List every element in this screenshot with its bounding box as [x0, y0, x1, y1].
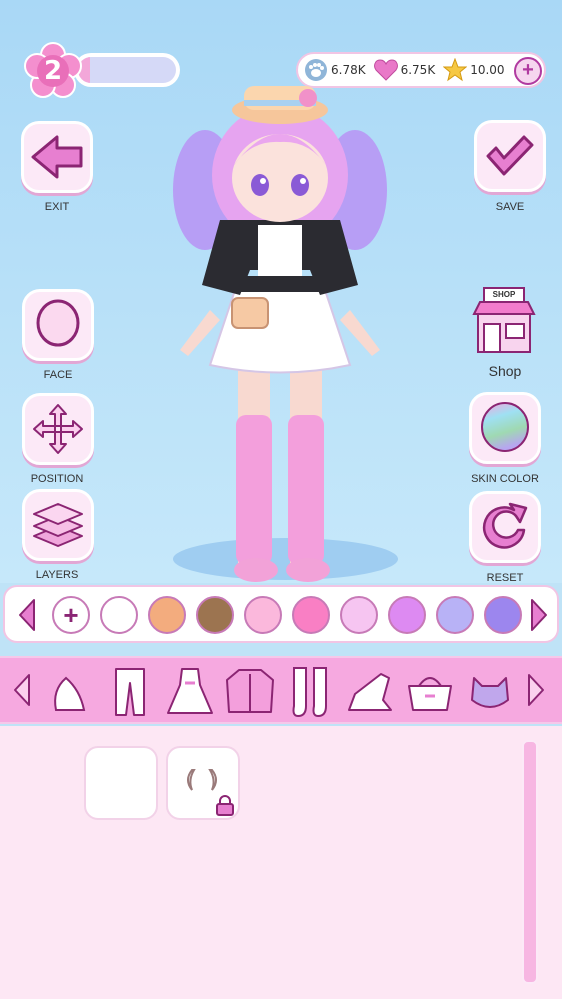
chevron-right-icon [531, 599, 547, 631]
reset-label: RESET [486, 572, 524, 584]
exit-label: EXIT [44, 201, 70, 213]
layers-label: LAYERS [35, 569, 79, 581]
move-icon [33, 404, 83, 454]
category-scroll-left-button[interactable] [8, 670, 36, 710]
reset-button[interactable] [469, 491, 541, 563]
color-swatch[interactable] [196, 596, 234, 634]
bag-icon [408, 677, 452, 711]
shoes-icon [348, 673, 392, 711]
add-color-button[interactable]: + [52, 596, 90, 634]
category-scroll-right-button[interactable] [522, 670, 550, 710]
color-swatch[interactable] [244, 596, 282, 634]
category-list [40, 664, 520, 720]
paw-icon [305, 59, 327, 81]
color-scroll-left-button[interactable] [13, 595, 41, 635]
face-label: FACE [43, 369, 73, 381]
back-arrow-icon [31, 135, 83, 179]
color-swatch[interactable] [148, 596, 186, 634]
pants-icon [115, 668, 145, 716]
paw-value: 6.78K [331, 63, 366, 77]
item-slot-horns[interactable] [166, 746, 240, 820]
add-currency-button[interactable]: + [514, 57, 542, 85]
star-currency: 10.00 [443, 58, 505, 82]
heart-icon [373, 59, 398, 81]
color-swatch[interactable] [484, 596, 522, 634]
dress-icon [167, 668, 213, 714]
chevron-left-icon [14, 674, 30, 706]
category-bar [0, 656, 562, 724]
heart-value: 6.75K [400, 63, 436, 77]
category-pants[interactable] [100, 664, 160, 720]
character-stage: 2 6.78K 6.75K 10.00 + EXIT FACE POSITION… [0, 0, 562, 584]
chevron-right-icon [528, 674, 544, 706]
category-shoes[interactable] [340, 664, 400, 720]
color-swatch[interactable] [436, 596, 474, 634]
level-badge: 2 [24, 42, 82, 100]
skin-color-icon [481, 402, 529, 452]
layers-icon [33, 503, 83, 547]
save-label: SAVE [495, 201, 525, 213]
position-label: POSITION [30, 473, 84, 485]
tail-icon [54, 676, 86, 711]
items-panel [0, 726, 562, 999]
category-jacket[interactable] [220, 664, 280, 720]
paw-currency: 6.78K [304, 58, 366, 82]
face-button[interactable] [22, 289, 94, 361]
chevron-left-icon [19, 599, 35, 631]
skin-color-label: SKIN COLOR [471, 473, 539, 485]
socks-icon [292, 667, 327, 718]
color-swatch[interactable] [292, 596, 330, 634]
heart-currency: 6.75K [373, 59, 436, 81]
level-number: 2 [43, 56, 63, 86]
category-tail[interactable] [40, 664, 100, 720]
save-button[interactable] [474, 120, 546, 192]
color-swatch[interactable] [100, 596, 138, 634]
checkmark-icon [486, 135, 534, 176]
character-avatar [160, 80, 400, 595]
pet-icon [471, 677, 509, 708]
jacket-icon [226, 669, 274, 713]
category-socks[interactable] [280, 664, 340, 720]
item-slot-empty[interactable] [84, 746, 158, 820]
shop-label: Shop [488, 363, 522, 379]
face-icon [36, 299, 80, 347]
shop-button[interactable]: SHOP [470, 286, 538, 356]
lock-icon [216, 795, 234, 816]
color-swatch[interactable] [388, 596, 426, 634]
category-pet[interactable] [460, 664, 520, 720]
category-bag[interactable] [400, 664, 460, 720]
star-icon [443, 58, 468, 82]
category-dress[interactable] [160, 664, 220, 720]
color-swatch[interactable] [340, 596, 378, 634]
color-swatch-row: + [47, 594, 525, 636]
reset-icon [482, 502, 528, 549]
position-button[interactable] [22, 393, 94, 465]
color-scroll-right-button[interactable] [525, 595, 553, 635]
exit-button[interactable] [21, 121, 93, 193]
layers-button[interactable] [22, 489, 94, 561]
star-value: 10.00 [470, 63, 505, 77]
items-scrollbar[interactable] [522, 740, 538, 984]
chibi-character-image [173, 86, 387, 582]
color-palette-bar: + [3, 585, 559, 643]
shop-sign-text: SHOP [492, 290, 516, 299]
skin-color-button[interactable] [469, 392, 541, 464]
